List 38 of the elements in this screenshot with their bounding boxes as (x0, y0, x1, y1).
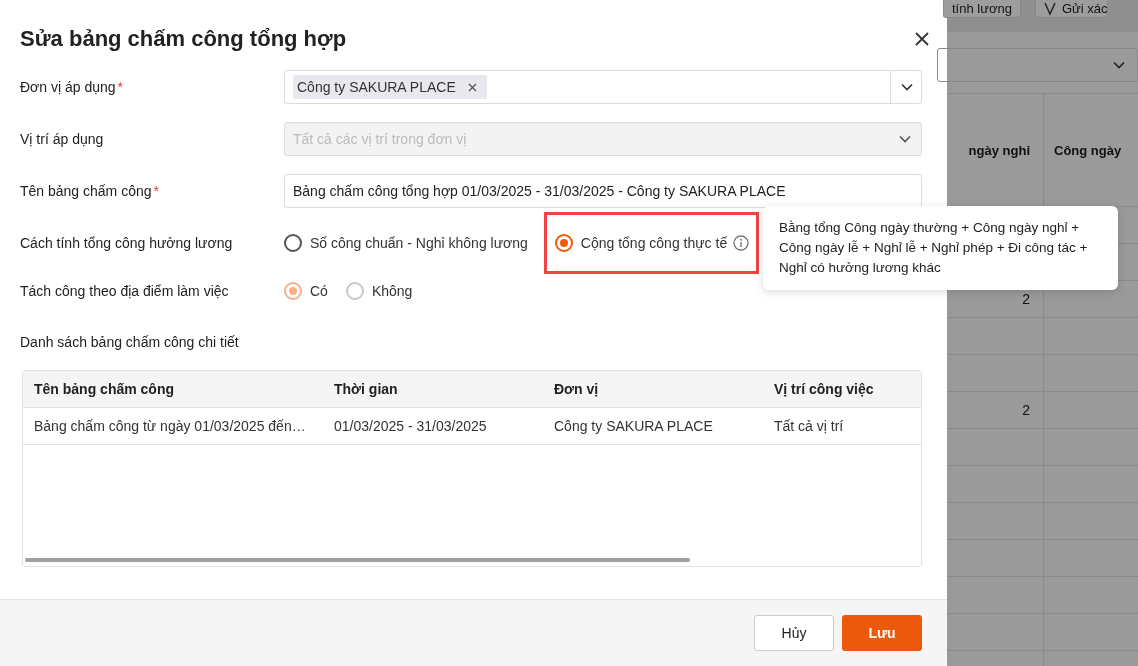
close-icon[interactable] (467, 82, 477, 92)
cancel-button[interactable]: Hủy (754, 615, 834, 651)
column-header: Đơn vị (553, 381, 600, 397)
field-label: Tên bảng chấm công* (20, 183, 160, 199)
scrollbar-thumb[interactable] (25, 558, 690, 562)
field-label: Tách công theo địa điểm làm việc (20, 283, 230, 299)
funnel-icon (1043, 1, 1056, 16)
table-cell-text: Bảng chấm công từ ngày 01/03/2025 đến… (33, 418, 307, 434)
column-header: ngày nghỉ (968, 142, 1030, 158)
table-cell-text: Tất cả vị trí (773, 418, 845, 434)
section-title: Danh sách bảng chấm công chi tiết (20, 334, 240, 350)
info-icon[interactable] (733, 235, 750, 251)
column-header: Thời gian (333, 381, 399, 397)
radio-option[interactable]: Cộng tổng công thực tế (543, 212, 760, 274)
chevron-down-icon (1113, 61, 1125, 69)
radio-option[interactable]: Số công chuẩn - Nghỉ không lương (284, 234, 528, 252)
table-cell: 2 (1022, 291, 1030, 307)
toolbar-button[interactable]: Gửi xác (1034, 0, 1109, 18)
tooltip: Bằng tổng Công ngày thường + Công ngày nghỉ + Công ngày lễ + Nghỉ lễ + Nghỉ phép + Đi công tác + Nghỉ có hưởng lương khác (763, 206, 1118, 290)
name-input-field[interactable]: Bảng chấm công tổng hợp 01/03/2025 - 31/03/2025 - Công ty SAKURA PLACE (284, 174, 922, 208)
dialog-title: Sửa bảng chấm công tổng hợp (20, 26, 347, 52)
field-label: Cách tính tổng công hưởng lương (20, 235, 234, 251)
toolbar-button[interactable]: tính lương (943, 0, 1021, 18)
select-field[interactable]: Công ty SAKURA PLACE (284, 70, 922, 104)
column-header: Vị trí công việc (773, 381, 875, 397)
column-header: Tên bảng chấm công (33, 381, 175, 397)
chevron-down-icon (899, 135, 911, 143)
select-field[interactable] (937, 48, 1138, 82)
table-cell: 2 (1022, 402, 1030, 418)
chevron-down-icon (901, 83, 913, 91)
table-cell-text: 01/03/2025 - 31/03/2025 (333, 418, 488, 434)
field-label: Vị trí áp dụng (20, 131, 105, 147)
tag-chip[interactable]: Công ty SAKURA PLACE (293, 75, 487, 99)
save-button[interactable]: Lưu (842, 615, 922, 651)
close-icon[interactable] (915, 32, 929, 46)
field-label: Đơn vị áp dụng* (20, 79, 125, 95)
table-cell-text: Công ty SAKURA PLACE (553, 418, 714, 434)
column-header: Công ngày (1054, 142, 1122, 158)
